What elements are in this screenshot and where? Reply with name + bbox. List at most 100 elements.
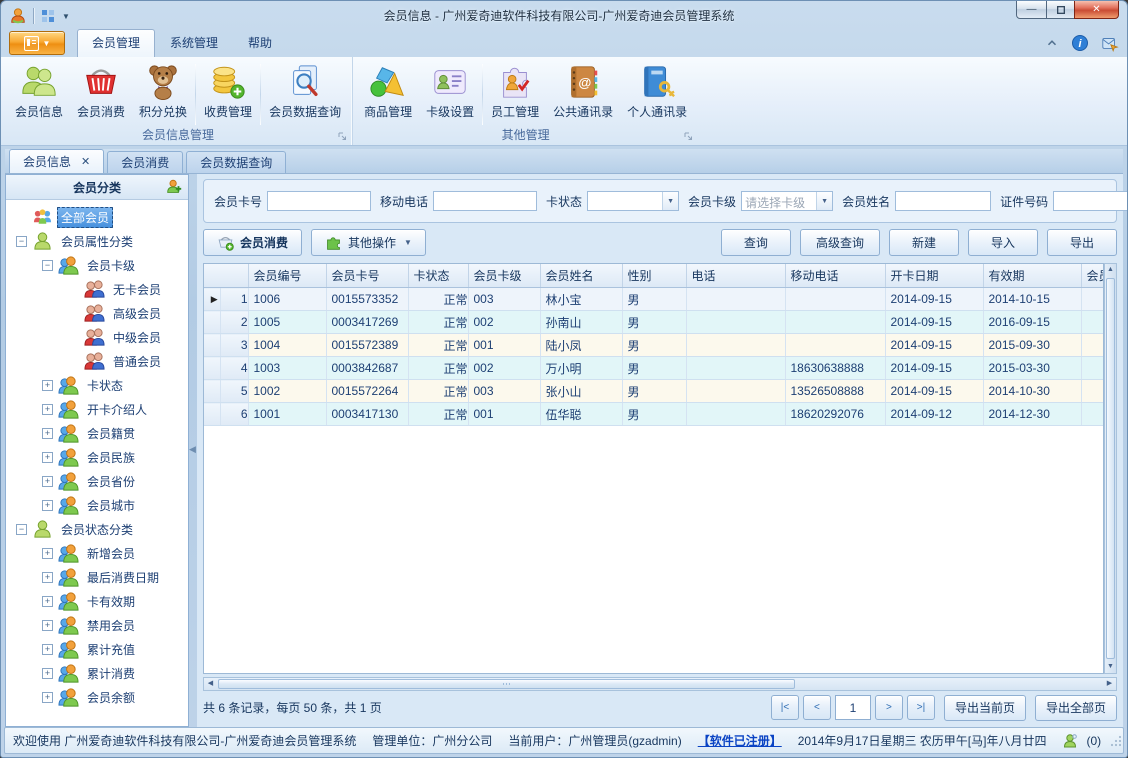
- prev-page-button[interactable]: <: [802, 695, 831, 720]
- expand-node-icon[interactable]: +: [42, 691, 53, 703]
- application-menu-button[interactable]: ▼: [9, 31, 65, 55]
- next-page-button[interactable]: >: [874, 695, 903, 720]
- search-input-1[interactable]: [433, 191, 538, 211]
- info-icon[interactable]: i: [1071, 34, 1089, 52]
- query-button[interactable]: 查询: [720, 228, 791, 256]
- column-header-0[interactable]: 会员编号: [248, 264, 327, 288]
- feedback-mail-icon[interactable]: [1101, 34, 1119, 52]
- member-consume-button[interactable]: 会员消费: [203, 228, 303, 256]
- column-header-3[interactable]: 会员卡级: [468, 264, 541, 288]
- expand-node-icon[interactable]: +: [42, 667, 53, 679]
- expand-node-icon[interactable]: +: [42, 427, 53, 439]
- dialog-launcher-icon[interactable]: [336, 130, 348, 142]
- collapse-node-icon[interactable]: −: [16, 235, 27, 247]
- column-header-2[interactable]: 卡状态: [408, 264, 469, 288]
- search-input-5[interactable]: [1053, 191, 1127, 211]
- table-row-1[interactable]: 2 1005 0003417269 正常 002 孙南山男 2014-09-15 2016-0…: [204, 310, 1103, 334]
- expand-node-icon[interactable]: +: [42, 475, 53, 487]
- document-tab-2[interactable]: 会员数据查询: [186, 151, 287, 173]
- tree-item-19[interactable]: + 累计消费: [6, 661, 188, 685]
- tree-item-18[interactable]: + 累计充值: [6, 637, 188, 661]
- collapse-ribbon-icon[interactable]: [1045, 36, 1059, 50]
- advanced-query-button[interactable]: 高级查询: [799, 228, 880, 256]
- tree-item-0[interactable]: 全部会员: [6, 205, 188, 229]
- column-header-10[interactable]: 会员: [1081, 264, 1103, 288]
- expand-node-icon[interactable]: +: [42, 403, 53, 415]
- column-header-7[interactable]: 移动电话: [785, 264, 886, 288]
- horizontal-scroll-thumb[interactable]: [218, 679, 795, 689]
- export-button[interactable]: 导出: [1046, 228, 1117, 256]
- tree-item-20[interactable]: + 会员余额: [6, 685, 188, 709]
- resize-grip[interactable]: [1109, 734, 1123, 748]
- close-tab-icon[interactable]: ✕: [81, 155, 90, 168]
- dialog-launcher-icon[interactable]: [682, 130, 694, 142]
- ribbon-button-1-2[interactable]: 员工管理: [484, 60, 546, 123]
- collapse-node-icon[interactable]: −: [42, 259, 53, 271]
- add-category-icon[interactable]: [165, 178, 183, 196]
- vertical-scrollbar[interactable]: ▲ ▼: [1104, 263, 1117, 674]
- chevron-down-icon[interactable]: ▼: [816, 192, 833, 210]
- last-page-button[interactable]: >|: [906, 695, 935, 720]
- tree-item-3[interactable]: 无卡会员: [6, 277, 188, 301]
- scroll-right-arrow[interactable]: ▶: [1103, 678, 1116, 690]
- expand-node-icon[interactable]: +: [42, 619, 53, 631]
- expand-node-icon[interactable]: +: [42, 379, 53, 391]
- column-header-1[interactable]: 会员卡号: [326, 264, 409, 288]
- collapse-node-icon[interactable]: −: [16, 523, 27, 535]
- close-button[interactable]: ✕: [1074, 1, 1119, 19]
- chevron-down-icon[interactable]: ▼: [662, 192, 679, 210]
- tree-item-16[interactable]: + 卡有效期: [6, 589, 188, 613]
- table-row-0[interactable]: ▶ 1 1006 0015573352 正常 003 林小宝男 2014-09-15 2014-…: [204, 287, 1103, 311]
- tree-item-9[interactable]: + 会员籍贯: [6, 421, 188, 445]
- tree-item-12[interactable]: + 会员城市: [6, 493, 188, 517]
- tree-item-11[interactable]: + 会员省份: [6, 469, 188, 493]
- search-input-4[interactable]: [895, 191, 992, 211]
- table-row-4[interactable]: 5 1002 0015572264 正常 003 张小山男 13526508888 2014-…: [204, 379, 1103, 403]
- column-header-6[interactable]: 电话: [686, 264, 786, 288]
- ribbon-button-0-0[interactable]: 会员信息: [8, 60, 70, 123]
- table-row-2[interactable]: 3 1004 0015572389 正常 001 陆小凤男 2014-09-15 2015-0…: [204, 333, 1103, 357]
- tree-item-10[interactable]: + 会员民族: [6, 445, 188, 469]
- table-row-3[interactable]: 4 1003 0003842687 正常 002 万小明男 18630638888 2014-…: [204, 356, 1103, 380]
- minimize-button[interactable]: —: [1016, 1, 1047, 19]
- scroll-down-arrow[interactable]: ▼: [1105, 661, 1116, 673]
- tree-item-1[interactable]: − 会员属性分类: [6, 229, 188, 253]
- tree-item-4[interactable]: 高级会员: [6, 301, 188, 325]
- scroll-up-arrow[interactable]: ▲: [1105, 264, 1116, 276]
- search-dropdown-3[interactable]: 请选择卡级 ▼: [741, 191, 834, 211]
- tree-item-2[interactable]: − 会员卡级: [6, 253, 188, 277]
- document-tab-0[interactable]: 会员信息 ✕: [9, 149, 105, 173]
- online-user-icon[interactable]: [1062, 733, 1078, 749]
- export-current-page-button[interactable]: 导出当前页: [943, 694, 1026, 721]
- scroll-left-arrow[interactable]: ◀: [204, 678, 217, 690]
- tree-item-13[interactable]: − 会员状态分类: [6, 517, 188, 541]
- expand-node-icon[interactable]: +: [42, 595, 53, 607]
- registered-link[interactable]: 【软件已注册】: [698, 732, 782, 749]
- column-header-4[interactable]: 会员姓名: [540, 264, 623, 288]
- collapse-panel-arrow[interactable]: ◀: [189, 440, 197, 458]
- ribbon-button-0-3[interactable]: 收费管理: [197, 60, 259, 123]
- ribbon-button-1-3[interactable]: @ 公共通讯录: [546, 60, 620, 123]
- toolbar-dropdown-arrow[interactable]: ▼: [62, 12, 70, 21]
- document-tab-1[interactable]: 会员消费: [107, 151, 184, 173]
- search-input-0[interactable]: [267, 191, 372, 211]
- tree-item-8[interactable]: + 开卡介绍人: [6, 397, 188, 421]
- import-button[interactable]: 导入: [967, 228, 1038, 256]
- ribbon-button-1-0[interactable]: 商品管理: [357, 60, 419, 123]
- expand-node-icon[interactable]: +: [42, 547, 53, 559]
- export-all-pages-button[interactable]: 导出全部页: [1034, 694, 1117, 721]
- maximize-button[interactable]: [1046, 1, 1075, 19]
- expand-node-icon[interactable]: +: [42, 571, 53, 583]
- more-operations-button[interactable]: 其他操作 ▼: [311, 228, 426, 256]
- customize-toolbar-icon[interactable]: [40, 8, 56, 24]
- ribbon-tab-2[interactable]: 帮助: [233, 29, 287, 57]
- tree-item-5[interactable]: 中级会员: [6, 325, 188, 349]
- ribbon-button-1-4[interactable]: 个人通讯录: [620, 60, 694, 123]
- column-header-5[interactable]: 性别: [622, 264, 687, 288]
- tree-item-15[interactable]: + 最后消费日期: [6, 565, 188, 589]
- expand-node-icon[interactable]: +: [42, 643, 53, 655]
- tree-item-7[interactable]: + 卡状态: [6, 373, 188, 397]
- horizontal-scrollbar[interactable]: ◀ ▶: [203, 677, 1117, 691]
- tree-item-17[interactable]: + 禁用会员: [6, 613, 188, 637]
- first-page-button[interactable]: |<: [770, 695, 799, 720]
